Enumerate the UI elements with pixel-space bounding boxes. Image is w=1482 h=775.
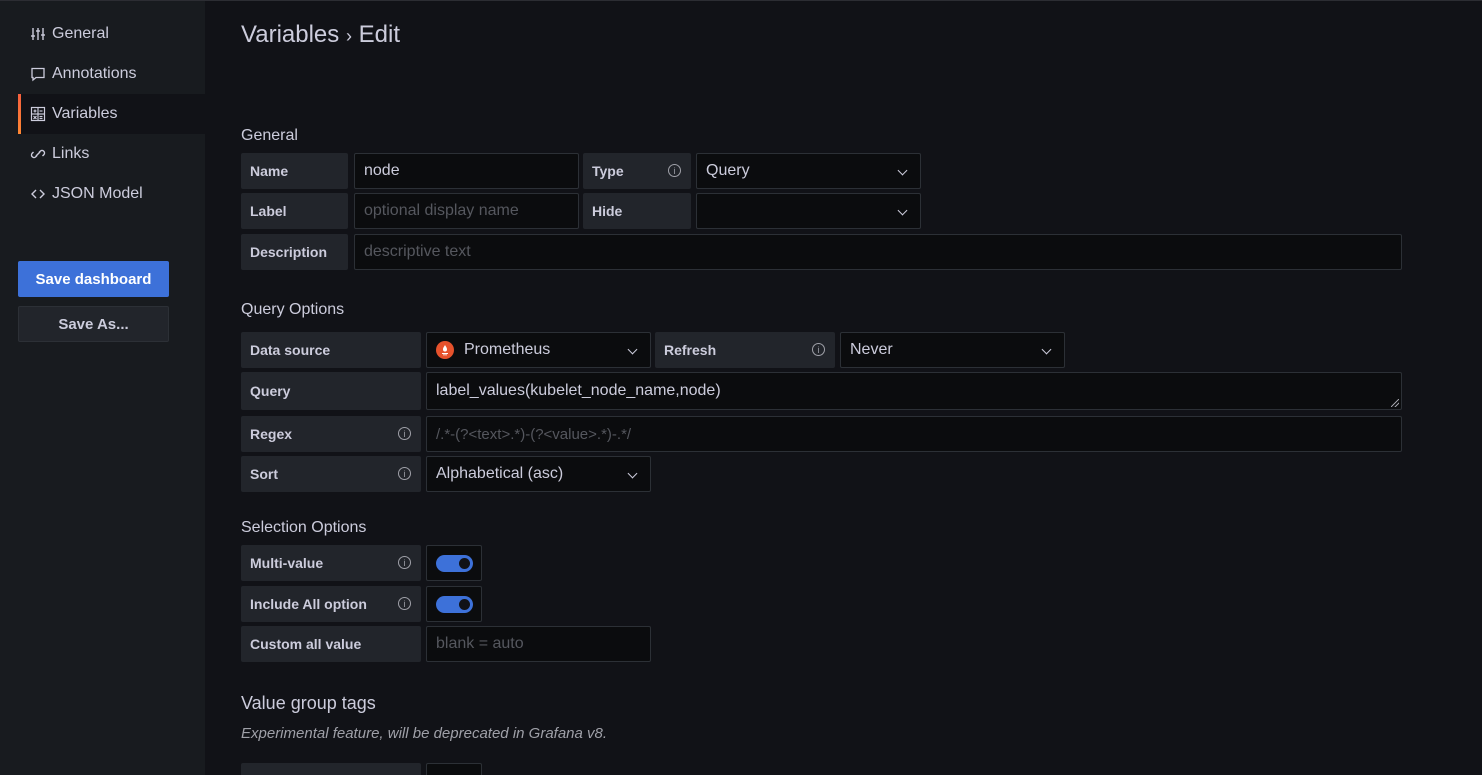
experimental-note: Experimental feature, will be deprecated… [241,725,608,742]
regex-label: Regex i [241,416,421,452]
toggle-knob [459,558,470,569]
sidebar-item-label: Links [52,145,90,162]
sidebar-item-links[interactable]: Links [18,134,205,174]
query-label: Query [241,372,421,410]
type-select-value: Query [706,162,750,179]
label-label: Label [241,193,348,229]
sidebar-item-label: Annotations [52,65,137,82]
breadcrumb-variables[interactable]: Variables [241,21,339,48]
custom-all-input[interactable]: blank = auto [426,626,651,662]
multi-value-label-text: Multi-value [250,555,324,571]
page-title: Variables › Edit [241,21,400,49]
name-input[interactable]: node [354,153,579,189]
sidebar-item-label: JSON Model [52,185,143,202]
chevron-down-icon [627,468,638,479]
value-group-tags-label [241,763,421,775]
label-input[interactable]: optional display name [354,193,579,229]
save-as-button[interactable]: Save As... [18,306,169,342]
info-icon[interactable]: i [812,343,825,356]
sort-label: Sort i [241,456,421,492]
sort-select-value: Alphabetical (asc) [436,465,564,482]
sort-label-text: Sort [250,466,278,482]
chevron-down-icon [897,205,908,216]
breadcrumb-edit: Edit [358,21,400,48]
datasource-select[interactable]: Prometheus [426,332,651,368]
comment-icon [30,66,46,82]
query-text: label_values(kubelet_node_name,node) [436,382,721,399]
info-icon[interactable]: i [398,467,411,480]
hide-select[interactable] [696,193,921,229]
include-all-label-text: Include All option [250,596,367,612]
general-section-title: General [241,127,298,144]
prometheus-icon [436,341,454,359]
resize-handle-icon[interactable] [1391,399,1399,407]
multi-value-switch-box [426,545,482,581]
settings-sidebar: General Annotations Variables Links JSON… [0,1,205,775]
selection-options-title: Selection Options [241,519,367,536]
refresh-select-value: Never [850,341,893,358]
datasource-select-value: Prometheus [464,341,551,358]
info-icon[interactable]: i [398,597,411,610]
include-all-toggle[interactable] [436,596,473,613]
save-dashboard-button[interactable]: Save dashboard [18,261,169,297]
code-icon [30,186,46,202]
toggle-knob [459,599,470,610]
hide-label: Hide [583,193,691,229]
regex-label-text: Regex [250,426,293,442]
info-icon[interactable]: i [668,164,681,177]
variable-editor: Variables › Edit General Name node Type … [205,1,1482,775]
type-select[interactable]: Query [696,153,921,189]
refresh-label-text: Refresh [664,342,717,358]
sliders-icon [30,26,46,42]
description-input[interactable]: descriptive text [354,234,1402,270]
datasource-label: Data source [241,332,421,368]
type-label-text: Type [592,163,624,179]
multi-value-label: Multi-value i [241,545,421,581]
value-group-tags-title: Value group tags [241,693,376,713]
multi-value-toggle[interactable] [436,555,473,572]
chevron-down-icon [1041,344,1052,355]
include-all-label: Include All option i [241,586,421,622]
sidebar-item-label: Variables [52,105,118,122]
sidebar-item-json-model[interactable]: JSON Model [18,174,205,214]
query-textarea[interactable]: label_values(kubelet_node_name,node) [426,372,1402,410]
sidebar-item-variables[interactable]: Variables [18,94,205,134]
info-icon[interactable]: i [398,427,411,440]
type-label: Type i [583,153,691,189]
description-label: Description [241,234,348,270]
sort-select[interactable]: Alphabetical (asc) [426,456,651,492]
chevron-down-icon [627,344,638,355]
calculator-icon [30,106,46,122]
include-all-switch-box [426,586,482,622]
value-group-tags-switch-box[interactable] [426,763,482,775]
refresh-label: Refresh i [655,332,835,368]
sidebar-item-label: General [52,25,109,42]
link-icon [30,146,46,162]
name-label: Name [241,153,348,189]
breadcrumb-separator: › [345,26,352,46]
regex-input[interactable]: /.*-(?<text>.*)-(?<value>.*)-.*/ [426,416,1402,452]
query-options-title: Query Options [241,301,345,318]
sidebar-item-annotations[interactable]: Annotations [18,54,205,94]
sidebar-item-general[interactable]: General [18,14,205,54]
refresh-select[interactable]: Never [840,332,1065,368]
chevron-down-icon [897,165,908,176]
custom-all-label: Custom all value [241,626,421,662]
info-icon[interactable]: i [398,556,411,569]
